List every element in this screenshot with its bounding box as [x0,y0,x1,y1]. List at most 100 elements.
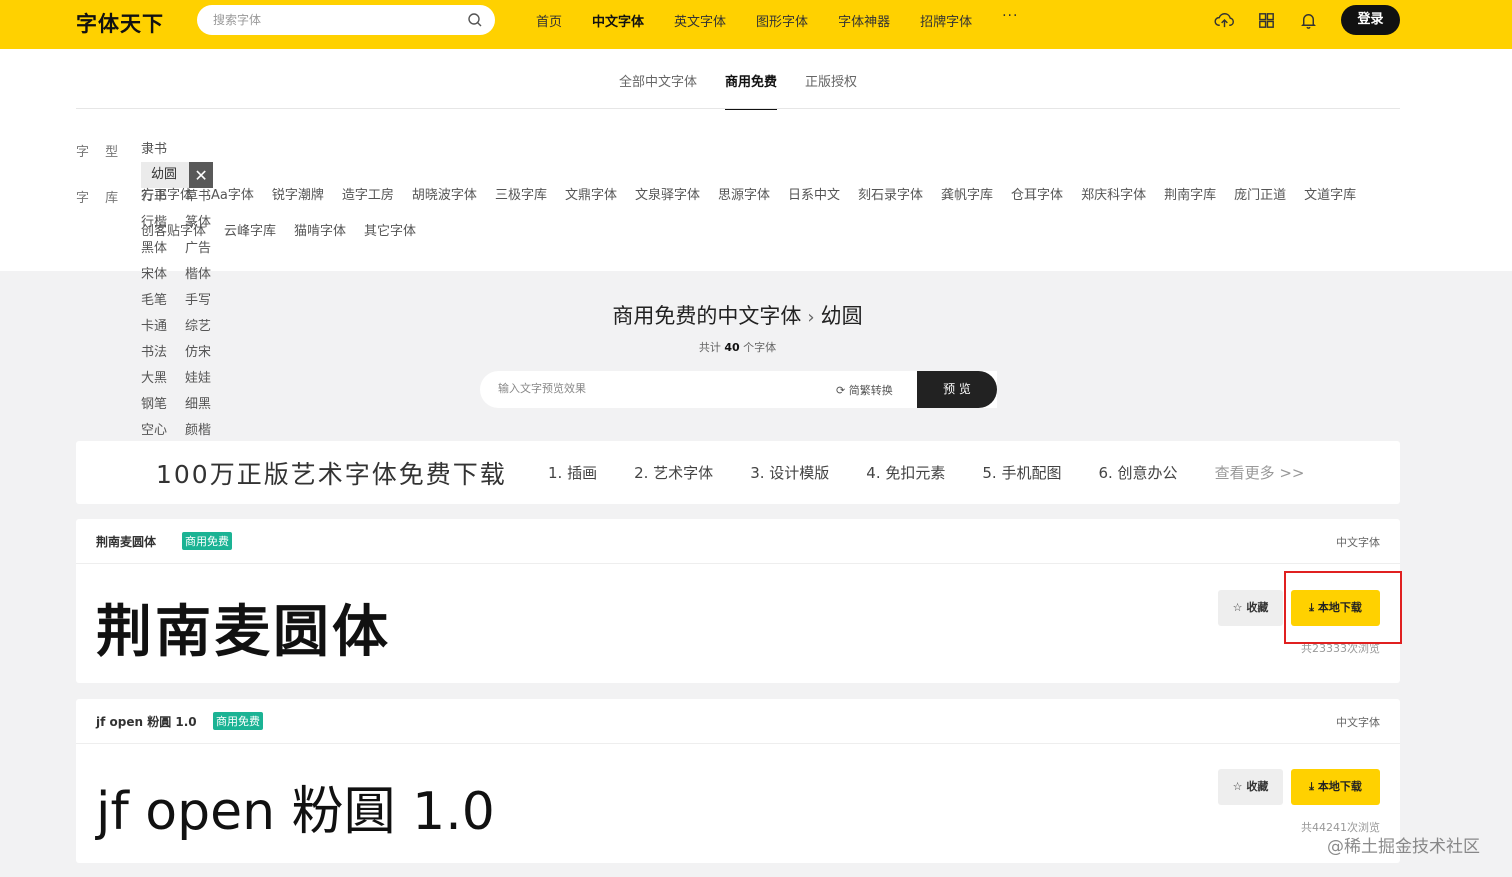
type-option[interactable]: 楷体 [185,266,211,292]
library-option[interactable]: 日系中文 [788,187,840,213]
library-options: 方正字体 Aa字体 锐字潮牌 造字工房 胡晓波字体 三极字库 文鼎字体 文泉驿字体 思源字体 日系… [141,187,1381,249]
nav-more[interactable]: ··· [1002,8,1018,30]
count-value: 40 [724,341,740,354]
favorite-label: 收藏 [1246,780,1269,793]
library-option[interactable]: 龚帆字库 [941,187,993,213]
font-sample[interactable]: 荆南麦圆体 [96,587,391,668]
banner-headline[interactable]: 100万正版艺术字体免费下载 [156,455,507,491]
banner-link[interactable]: 4. 免扣元素 [866,462,945,483]
search-box [197,5,495,35]
library-option[interactable]: 庞门正道 [1234,187,1286,213]
convert-toggle[interactable]: ⟳ 简繁转换 [836,382,893,398]
close-icon[interactable]: ✕ [189,162,214,188]
count-prefix: 共计 [698,341,721,354]
preview-bar: ⟳ 简繁转换 预 览 [480,371,997,408]
view-count: 共23333次浏览 [1301,642,1380,655]
login-button[interactable]: 登录 [1341,5,1400,35]
banner-links: 1. 插画 2. 艺术字体 3. 设计模版 4. 免扣元素 5. 手机配图 6.… [548,462,1341,483]
tab-all-chinese[interactable]: 全部中文字体 [619,71,697,109]
tab-commercial-free[interactable]: 商用免费 [725,71,778,110]
main-nav: 首页 中文字体 英文字体 图形字体 字体神器 招牌字体 ··· [536,8,1048,30]
banner-link[interactable]: 6. 创意办公 [1098,462,1177,483]
library-option[interactable]: 郑庆科字体 [1081,187,1146,213]
nav-graphic-fonts[interactable]: 图形字体 [756,11,808,30]
library-option[interactable]: 思源字体 [718,187,770,213]
preview-text-input[interactable] [496,381,796,396]
banner-link[interactable]: 3. 设计模版 [750,462,829,483]
type-option[interactable]: 细黑 [185,396,211,422]
selected-type-chip: 幼圆 ✕ [141,162,214,188]
download-icon: ⤓ [1309,601,1315,614]
font-category[interactable]: 中文字体 [1336,714,1380,730]
library-option[interactable]: 文泉驿字体 [635,187,700,213]
library-option[interactable]: 胡晓波字体 [412,187,477,213]
page-title: 商用免费的中文字体 › 幼圆 [0,300,1475,330]
type-option[interactable]: 钢笔 [141,396,167,422]
download-button[interactable]: ⤓ 本地下载 [1291,769,1380,805]
font-card-header: 荆南麦圆体 商用免费 中文字体 [76,519,1400,564]
library-option[interactable]: 其它字体 [364,223,416,249]
search-input[interactable] [211,12,451,28]
filter-label-type: 字 型 [76,145,125,160]
grid-apps-icon[interactable] [1256,10,1277,31]
library-option[interactable]: 锐字潮牌 [272,187,324,213]
library-option[interactable]: 云峰字库 [224,223,276,249]
library-option[interactable]: 猫啃字体 [294,223,346,249]
filter-label-library: 字 库 [76,191,125,206]
library-option[interactable]: 造字工房 [342,187,394,213]
library-option[interactable]: 文鼎字体 [565,187,617,213]
favorite-button[interactable]: ☆ 收藏 [1218,769,1283,805]
font-name[interactable]: 荆南麦圆体 [96,533,156,550]
library-option[interactable]: 仓耳字体 [1011,187,1063,213]
font-card: jf open 粉圓 1.0 商用免费 中文字体 jf open 粉圓 1.0 … [76,699,1400,863]
selected-type-label: 幼圆 [151,167,178,182]
license-badge: 商用免费 [182,532,232,550]
library-option[interactable]: Aa字体 [211,187,254,213]
nav-chinese-fonts[interactable]: 中文字体 [592,11,644,30]
library-option[interactable]: 刻石录字体 [858,187,923,213]
site-logo[interactable]: 字体天下 [76,8,164,38]
type-option[interactable]: 宋体 [141,266,167,292]
nav-signboard-fonts[interactable]: 招牌字体 [920,11,972,30]
refresh-icon: ⟳ [836,384,846,397]
sub-tabs: 全部中文字体 商用免费 正版授权 [619,71,885,110]
header-icons [1214,10,1319,31]
favorite-button[interactable]: ☆ 收藏 [1218,590,1283,626]
favorite-label: 收藏 [1246,601,1269,614]
banner-more-link[interactable]: 查看更多 >> [1215,462,1305,483]
preview-button[interactable]: 预 览 [917,371,997,408]
page-title-main: 商用免费的中文字体 [612,304,802,328]
banner-link[interactable]: 1. 插画 [548,462,597,483]
library-option[interactable]: 创客贴字体 [141,223,206,249]
banner-link[interactable]: 2. 艺术字体 [634,462,713,483]
download-button[interactable]: ⤓ 本地下载 [1291,590,1380,626]
font-count: 共计 40 个字体 [0,339,1475,355]
promo-banner[interactable]: 100万正版艺术字体免费下载 1. 插画 2. 艺术字体 3. 设计模版 4. … [76,441,1400,504]
type-option[interactable]: 大黑 [141,370,167,396]
download-label: 本地下载 [1317,780,1362,793]
breadcrumb-separator: › [807,307,815,328]
filter-panel: 全部中文字体 商用免费 正版授权 字 型 隶书 幼圆 ✕ 行书 草书 行楷 篆体 黑体广… [0,49,1512,464]
divider [76,108,1400,109]
font-category[interactable]: 中文字体 [1336,534,1380,550]
type-option[interactable]: 娃娃 [185,370,211,396]
nav-home[interactable]: 首页 [536,11,562,30]
tab-licensed[interactable]: 正版授权 [805,71,857,109]
font-name[interactable]: jf open 粉圓 1.0 [96,713,197,730]
library-option[interactable]: 三极字库 [495,187,547,213]
upload-cloud-icon[interactable] [1214,10,1235,31]
nav-english-fonts[interactable]: 英文字体 [674,11,726,30]
library-option[interactable]: 方正字体 [141,187,193,213]
library-option[interactable]: 荆南字库 [1164,187,1216,213]
bell-icon[interactable] [1298,10,1319,31]
font-sample[interactable]: jf open 粉圓 1.0 [96,769,495,844]
search-icon[interactable] [467,12,483,28]
watermark: @稀土掘金技术社区 [1327,837,1480,857]
license-badge: 商用免费 [213,712,263,730]
page-title-sub: 幼圆 [820,304,863,328]
font-card-header: jf open 粉圓 1.0 商用免费 中文字体 [76,699,1400,744]
nav-font-tools[interactable]: 字体神器 [838,11,890,30]
banner-link[interactable]: 5. 手机配图 [982,462,1061,483]
font-card: 荆南麦圆体 商用免费 中文字体 荆南麦圆体 ☆ 收藏 ⤓ 本地下载 共23333… [76,519,1400,683]
library-option[interactable]: 文道字库 [1304,187,1356,213]
